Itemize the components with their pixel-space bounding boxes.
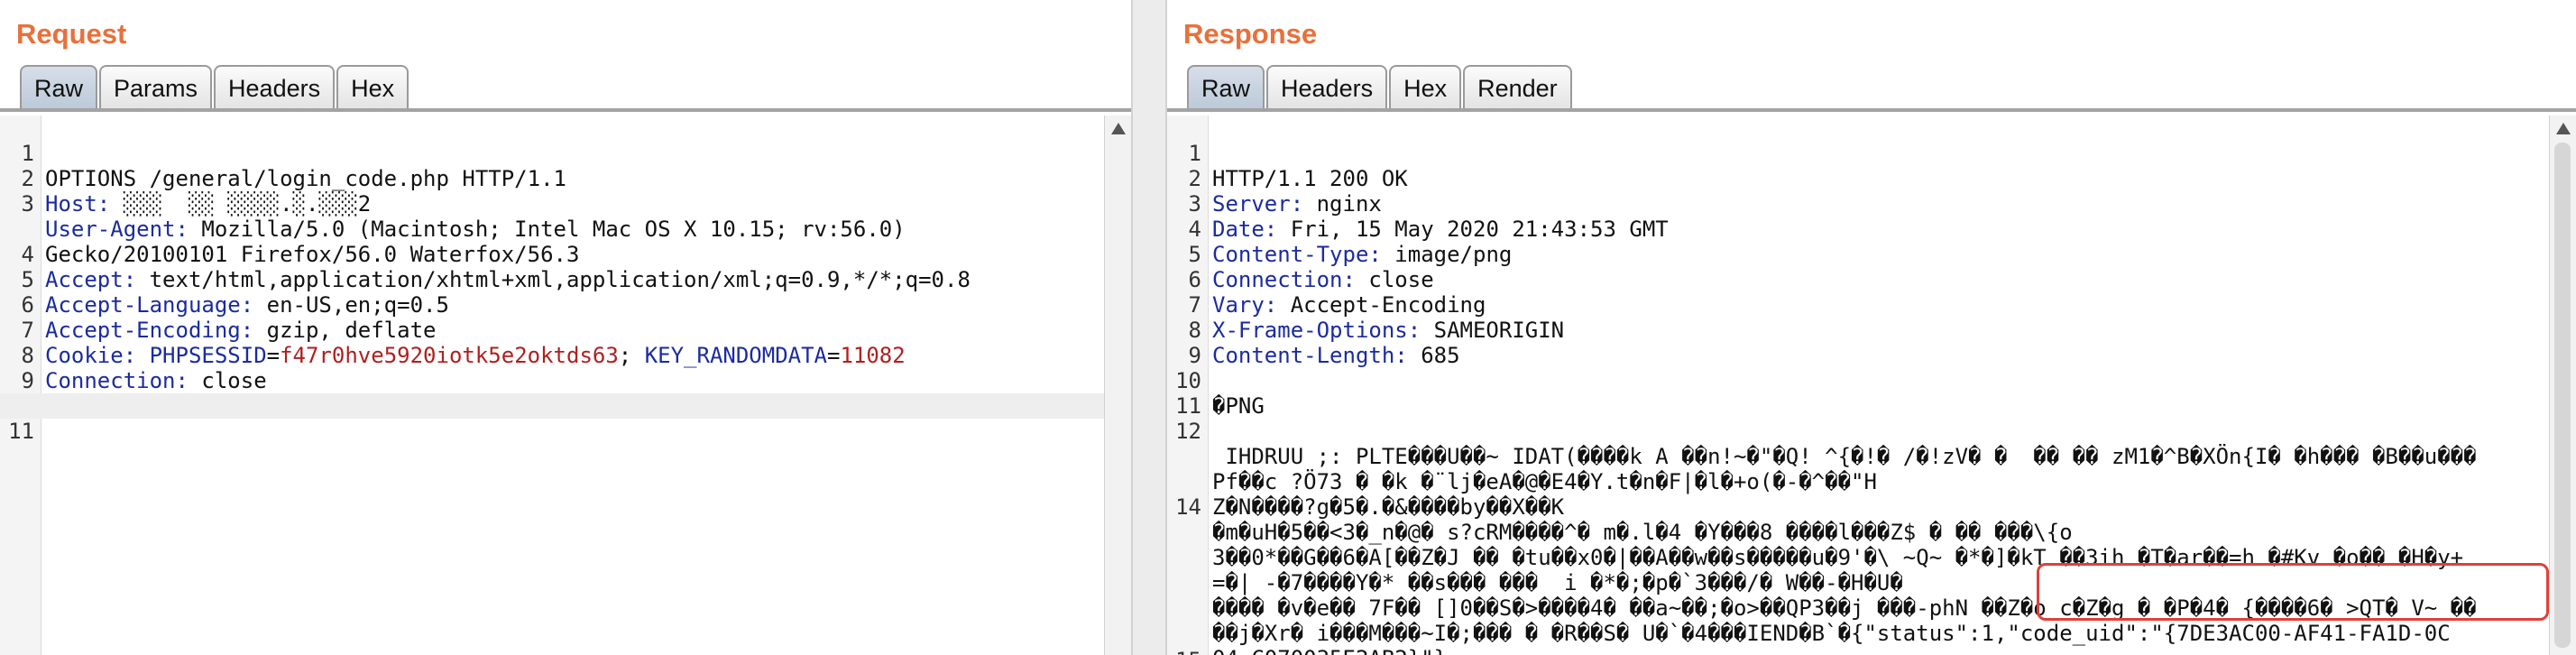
- response-line: 5 Connection: close: [1188, 242, 1434, 292]
- request-editor[interactable]: 1 OPTIONS /general/login_code.php HTTP/1…: [0, 115, 1131, 655]
- response-line: 2 Server: nginx: [1188, 166, 1382, 217]
- request-line-current[interactable]: 11: [0, 393, 1131, 444]
- response-tab-headers[interactable]: Headers: [1266, 65, 1388, 110]
- request-tab-underline: [0, 108, 1131, 112]
- request-line: 10: [0, 368, 1131, 419]
- scrollbar-thumb[interactable]: [2554, 143, 2571, 648]
- response-line-code-uid-end: 04-C070035E2AB2}"}: [1167, 595, 2576, 655]
- response-line: 8 Content-Length: 685: [1188, 318, 1460, 368]
- response-pane: Response Raw Headers Hex Render 1 HTTP/1…: [1167, 0, 2576, 655]
- request-line-wrap: Gecko/20100101 Firefox/56.0 Waterfox/56.…: [45, 242, 580, 267]
- request-pane: Request Raw Params Headers Hex 1 OPTIONS…: [0, 0, 1131, 655]
- request-line: 9 Upgrade-Insecure-Requests: 1: [0, 343, 1131, 419]
- request-line: 5 Accept-Language: en-US,en;q=0.5: [21, 267, 449, 318]
- response-line-binary: 3��0*��G��6�A[��Z�J �� �tu��x0�|��A��w��…: [1212, 545, 2464, 570]
- request-tab-hex[interactable]: Hex: [336, 65, 409, 110]
- request-line: 2 Host: ░░░ ░░ ░░░░.░.░░░2: [21, 166, 372, 217]
- request-line-cookie: 7 Cookie: PHPSESSID=f47r0hve5920iotk5e2o…: [21, 318, 906, 368]
- request-line: 6 Accept-Encoding: gzip, deflate: [21, 292, 437, 343]
- request-tab-headers[interactable]: Headers: [214, 65, 336, 110]
- request-scrollbar[interactable]: [1104, 115, 1131, 655]
- response-line: 7 X-Frame-Options: SAMEORIGIN: [1188, 292, 1565, 343]
- request-line: 3 User-Agent: Mozilla/5.0 (Macintosh; In…: [21, 191, 906, 242]
- request-tab-params[interactable]: Params: [99, 65, 213, 110]
- response-line-binary: Z�N����?g�5�.�&����by��X��K: [1212, 494, 1565, 520]
- response-line-code-uid: ��j�Xr� i���M���~I�;��� � �R��S� U�`�4��…: [1212, 621, 2451, 646]
- response-line: 3 Date: Fri, 15 May 2020 21:43:53 GMT: [1188, 191, 1669, 242]
- response-line: 6 Vary: Accept-Encoding: [1188, 267, 1486, 318]
- response-line: 10 �PNG: [1175, 368, 1265, 419]
- response-line-binary: 12 IHDRUU ;: PLTE���U��~ IDAT(����k A ��…: [1175, 419, 2477, 469]
- response-tab-hex[interactable]: Hex: [1389, 65, 1462, 110]
- response-line-binary: ���� �v�e�� 7F�� []0��S�>����4� ��a~��;�…: [1212, 595, 2477, 621]
- scroll-up-arrow-icon[interactable]: [2556, 123, 2571, 134]
- response-tab-render[interactable]: Render: [1463, 65, 1572, 110]
- request-tab-raw[interactable]: Raw: [20, 65, 98, 110]
- request-title: Request: [16, 18, 127, 50]
- request-line: 8 Connection: close: [21, 343, 267, 393]
- scroll-up-arrow-icon[interactable]: [1111, 123, 1126, 134]
- response-line: 15: [1167, 623, 2576, 655]
- response-tab-underline: [1167, 108, 2576, 112]
- response-line-binary: Pf��c ?Ö73 � �k �¨lj�eA�@�E4�Y.t�n�F|�l�…: [1212, 469, 1877, 494]
- response-line: 1 HTTP/1.1 200 OK: [1188, 141, 1408, 191]
- request-tabs: Raw Params Headers Hex: [20, 65, 410, 110]
- response-title: Response: [1183, 18, 1318, 50]
- response-line-binary: 14 �m�uH�5��<3�_n�@� s?cRM����^� m�.l�4 …: [1175, 494, 2073, 545]
- response-line: 4 Content-Type: image/png: [1188, 217, 1513, 267]
- response-tab-raw[interactable]: Raw: [1187, 65, 1265, 110]
- response-line-binary: =�| -�7����Y�* ��s��� ��� i �*�;�p�`3���…: [1212, 570, 1903, 595]
- response-line: 9: [1188, 343, 1201, 368]
- response-line: 11: [1175, 393, 1201, 419]
- split-divider[interactable]: [1131, 0, 1167, 655]
- response-scrollbar[interactable]: [2549, 115, 2576, 655]
- response-tabs: Raw Headers Hex Render: [1187, 65, 1574, 110]
- response-editor[interactable]: 1 HTTP/1.1 200 OK 2 Server: nginx 3 Date…: [1167, 115, 2576, 655]
- request-line: 1 OPTIONS /general/login_code.php HTTP/1…: [21, 141, 566, 191]
- request-line: 4 Accept: text/html,application/xhtml+xm…: [21, 242, 971, 292]
